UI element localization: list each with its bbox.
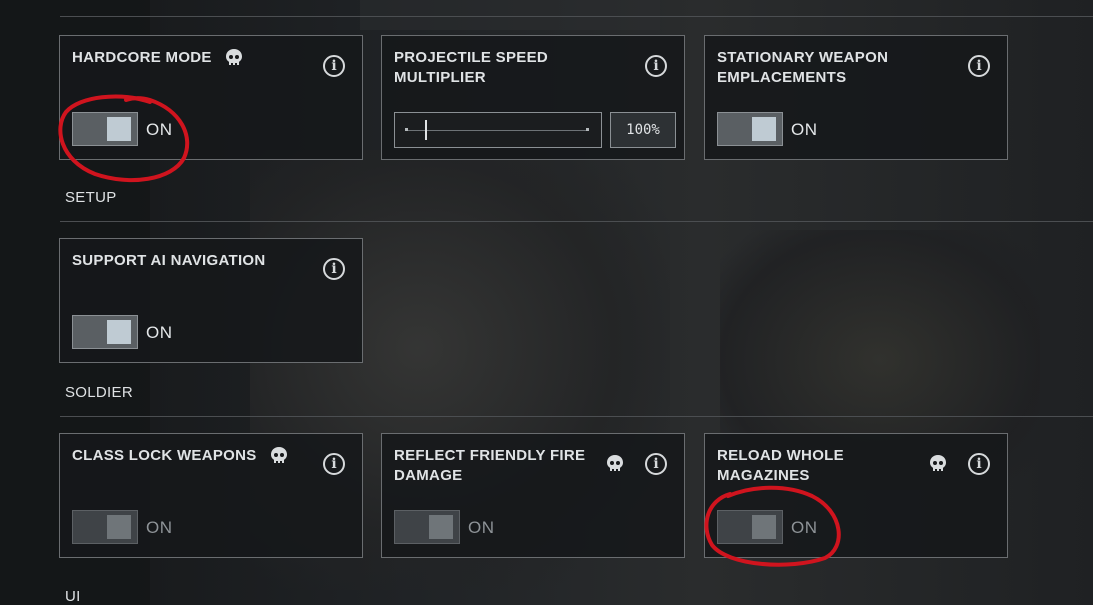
skull-icon [607,455,623,471]
card-title: HARDCORE MODE [72,48,244,68]
toggle-state-label: ON [146,120,173,139]
card-title: REFLECT FRIENDLY FIRE DAMAGE [394,447,586,484]
hardcore-mode-card: HARDCORE MODE i ON [59,35,363,160]
toggle-knob [429,515,453,539]
card-title: PROJECTILE SPEED MULTIPLIER [394,49,549,86]
projectile-speed-slider[interactable] [394,112,602,148]
toggle-state-label: ON [146,518,173,537]
info-icon[interactable]: i [645,55,667,77]
toggle-knob [107,320,131,344]
toggle-state-label: ON [146,323,173,342]
info-icon[interactable]: i [645,453,667,475]
card-title: STATIONARY WEAPON EMPLACEMENTS [717,49,889,86]
projectile-speed-card: PROJECTILE SPEED MULTIPLIER i 100% [381,35,685,160]
section-title-soldier: SOLDIER [65,384,133,401]
toggle-state-label: ON [791,518,818,537]
stationary-weapon-toggle[interactable] [717,112,783,146]
toggle-knob [752,117,776,141]
projectile-speed-value[interactable]: 100% [610,112,676,148]
reload-whole-magazines-card: RELOAD WHOLE MAGAZINES i ON [704,433,1008,558]
toggle-state-label: ON [468,518,495,537]
divider [60,16,1093,17]
class-lock-weapons-card: CLASS LOCK WEAPONS i ON [59,433,363,558]
toggle-knob [752,515,776,539]
support-ai-navigation-card: SUPPORT AI NAVIGATION i ON [59,238,363,363]
card-title: CLASS LOCK WEAPONS [72,446,289,466]
support-ai-navigation-toggle[interactable] [72,315,138,349]
card-title: SUPPORT AI NAVIGATION [72,252,266,269]
skull-icon [930,455,946,471]
hardcore-mode-toggle[interactable] [72,112,138,146]
section-title-setup: SETUP [65,189,117,206]
toggle-knob [107,515,131,539]
info-icon[interactable]: i [968,453,990,475]
reload-whole-magazines-toggle[interactable] [717,510,783,544]
divider [60,416,1093,417]
stationary-weapon-card: STATIONARY WEAPON EMPLACEMENTS i ON [704,35,1008,160]
slider-min-dot [405,128,408,131]
info-icon[interactable]: i [323,55,345,77]
info-icon[interactable]: i [323,258,345,280]
toggle-state-label: ON [791,120,818,139]
info-icon[interactable]: i [323,453,345,475]
reflect-friendly-fire-toggle[interactable] [394,510,460,544]
reflect-friendly-fire-card: REFLECT FRIENDLY FIRE DAMAGE i ON [381,433,685,558]
slider-thumb[interactable] [425,120,428,140]
card-title: RELOAD WHOLE MAGAZINES [717,447,844,484]
skull-icon [226,49,243,66]
section-title-ui: UI [65,588,81,605]
slider-max-dot [586,128,589,131]
slider-track [407,130,589,131]
divider [60,221,1093,222]
class-lock-weapons-toggle[interactable] [72,510,138,544]
skull-icon [271,447,288,464]
info-icon[interactable]: i [968,55,990,77]
toggle-knob [107,117,131,141]
